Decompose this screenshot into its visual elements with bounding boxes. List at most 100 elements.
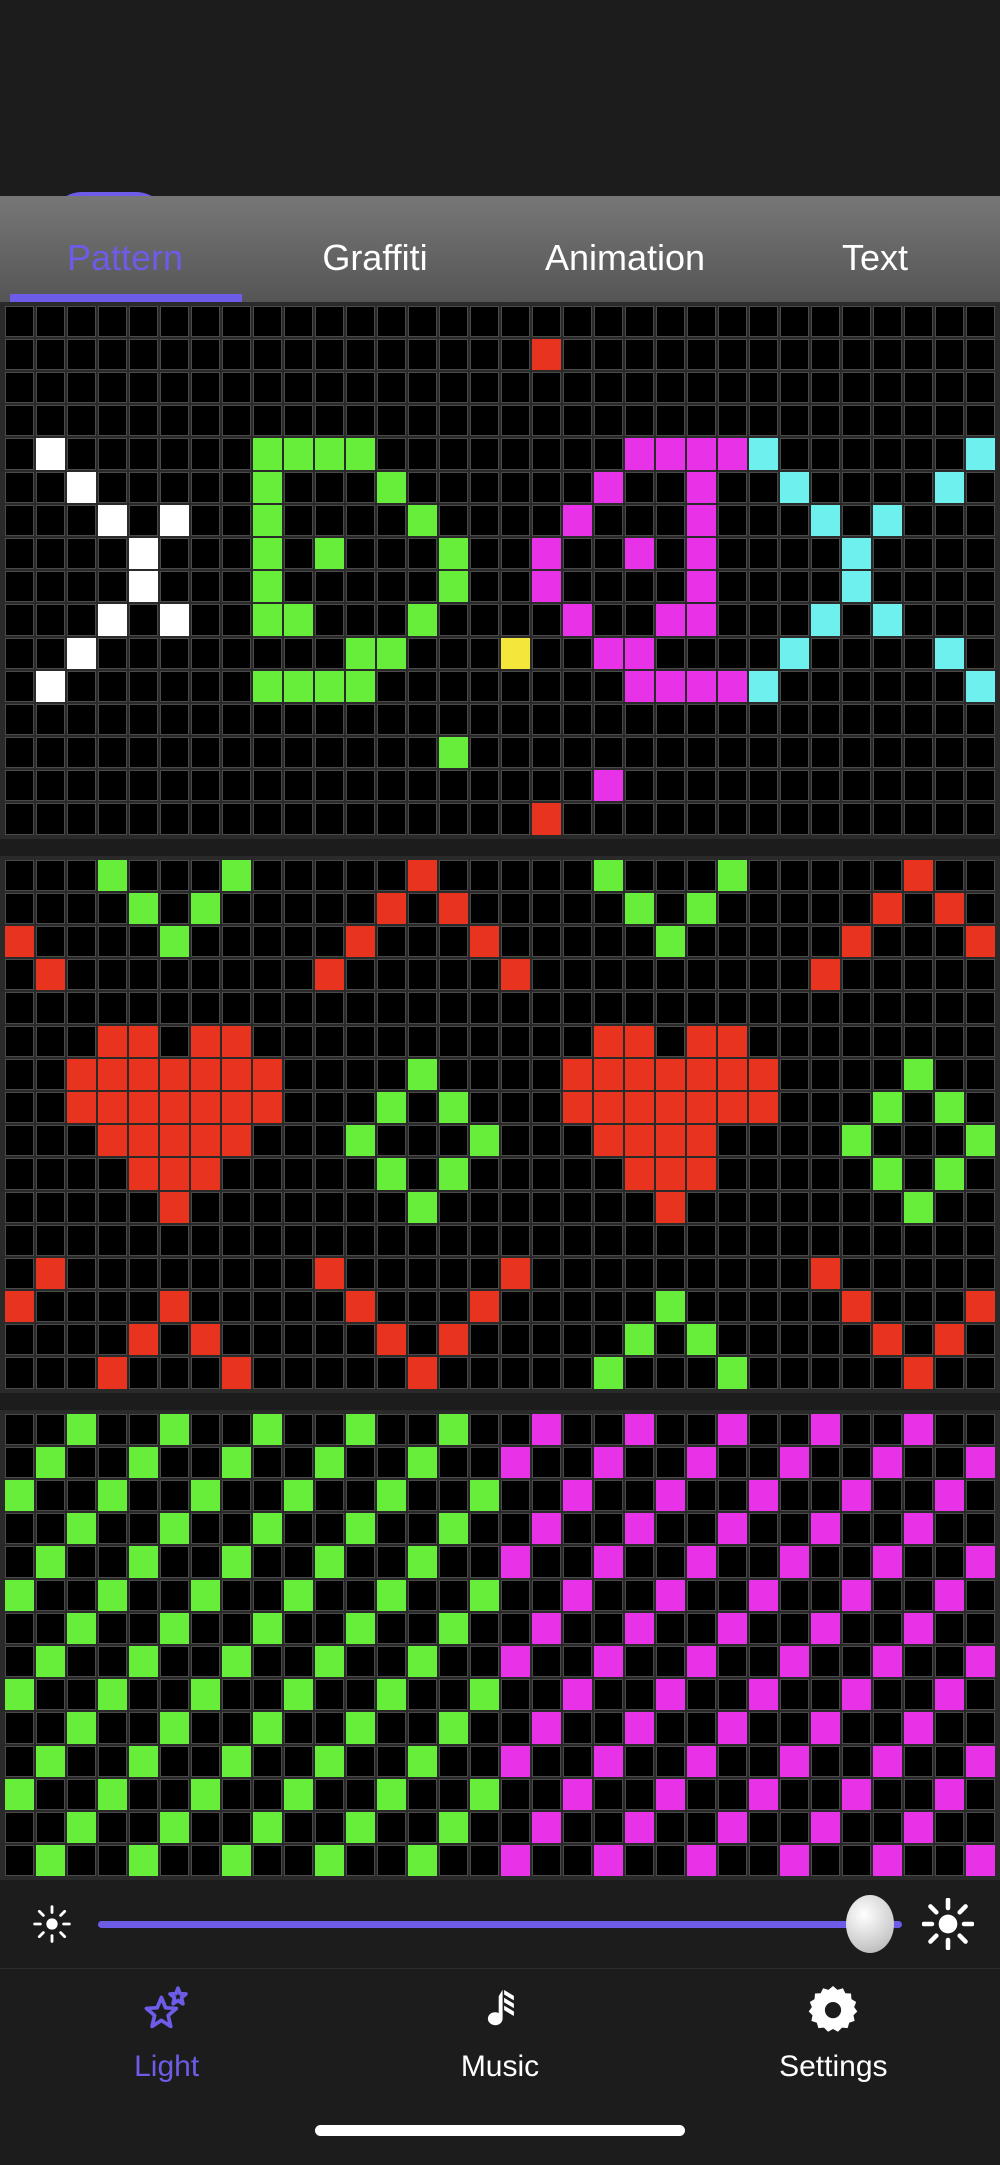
led-cell[interactable] xyxy=(966,803,995,835)
led-cell[interactable] xyxy=(408,1091,437,1124)
led-cell[interactable] xyxy=(873,1845,902,1877)
led-cell[interactable] xyxy=(718,1778,747,1810)
led-cell[interactable] xyxy=(780,1324,809,1356)
led-cell[interactable] xyxy=(594,1612,623,1644)
led-cell[interactable] xyxy=(67,1413,96,1445)
led-cell[interactable] xyxy=(253,1025,282,1057)
led-cell[interactable] xyxy=(253,992,282,1024)
led-cell[interactable] xyxy=(284,770,313,802)
led-cell[interactable] xyxy=(222,471,251,503)
led-cell[interactable] xyxy=(935,737,964,769)
led-cell[interactable] xyxy=(625,959,654,991)
led-cell[interactable] xyxy=(501,604,530,636)
led-cell[interactable] xyxy=(904,305,933,337)
led-cell[interactable] xyxy=(5,1811,34,1844)
led-cell[interactable] xyxy=(935,471,964,503)
led-cell[interactable] xyxy=(67,1191,96,1223)
led-cell[interactable] xyxy=(594,1058,623,1090)
led-cell[interactable] xyxy=(656,571,685,603)
led-cell[interactable] xyxy=(718,471,747,503)
led-cell[interactable] xyxy=(966,405,995,437)
led-cell[interactable] xyxy=(98,892,127,925)
led-cell[interactable] xyxy=(966,1091,995,1124)
led-cell[interactable] xyxy=(718,1645,747,1678)
led-cell[interactable] xyxy=(842,703,871,736)
led-cell[interactable] xyxy=(5,1645,34,1678)
led-cell[interactable] xyxy=(315,604,344,636)
led-cell[interactable] xyxy=(966,1291,995,1323)
led-cell[interactable] xyxy=(842,604,871,636)
led-cell[interactable] xyxy=(5,670,34,702)
led-cell[interactable] xyxy=(780,1845,809,1877)
led-cell[interactable] xyxy=(935,1091,964,1124)
led-cell[interactable] xyxy=(470,1513,499,1545)
led-cell[interactable] xyxy=(98,959,127,991)
led-cell[interactable] xyxy=(780,571,809,603)
led-cell[interactable] xyxy=(160,859,189,891)
led-cell[interactable] xyxy=(253,1291,282,1323)
led-cell[interactable] xyxy=(594,1811,623,1844)
led-cell[interactable] xyxy=(718,1480,747,1512)
led-cell[interactable] xyxy=(191,338,220,371)
led-cell[interactable] xyxy=(315,1324,344,1356)
led-cell[interactable] xyxy=(284,1513,313,1545)
led-cell[interactable] xyxy=(191,670,220,702)
led-cell[interactable] xyxy=(935,992,964,1024)
led-cell[interactable] xyxy=(594,372,623,404)
led-cell[interactable] xyxy=(563,1645,592,1678)
led-cell[interactable] xyxy=(191,405,220,437)
led-cell[interactable] xyxy=(5,1357,34,1389)
led-cell[interactable] xyxy=(346,1579,375,1611)
led-cell[interactable] xyxy=(129,1480,158,1512)
led-cell[interactable] xyxy=(470,1091,499,1124)
led-cell[interactable] xyxy=(346,1712,375,1744)
led-cell[interactable] xyxy=(160,926,189,958)
led-cell[interactable] xyxy=(253,1778,282,1810)
led-cell[interactable] xyxy=(594,859,623,891)
led-cell[interactable] xyxy=(780,670,809,702)
led-cell[interactable] xyxy=(284,1446,313,1479)
led-cell[interactable] xyxy=(284,338,313,371)
led-cell[interactable] xyxy=(253,604,282,636)
led-cell[interactable] xyxy=(532,859,561,891)
led-cell[interactable] xyxy=(98,471,127,503)
led-cell[interactable] xyxy=(532,1291,561,1323)
led-cell[interactable] xyxy=(873,992,902,1024)
led-cell[interactable] xyxy=(563,1612,592,1644)
led-cell[interactable] xyxy=(842,1413,871,1445)
led-cell[interactable] xyxy=(687,1546,716,1578)
led-cell[interactable] xyxy=(873,926,902,958)
led-cell[interactable] xyxy=(346,1158,375,1190)
led-cell[interactable] xyxy=(625,1125,654,1157)
led-cell[interactable] xyxy=(625,1324,654,1356)
led-cell[interactable] xyxy=(749,471,778,503)
led-cell[interactable] xyxy=(594,1712,623,1744)
led-cell[interactable] xyxy=(315,1125,344,1157)
led-cell[interactable] xyxy=(377,604,406,636)
led-cell[interactable] xyxy=(842,1778,871,1810)
led-cell[interactable] xyxy=(408,803,437,835)
led-cell[interactable] xyxy=(625,737,654,769)
led-cell[interactable] xyxy=(811,1845,840,1877)
led-cell[interactable] xyxy=(904,1257,933,1290)
led-cell[interactable] xyxy=(129,859,158,891)
led-cell[interactable] xyxy=(904,1546,933,1578)
led-cell[interactable] xyxy=(439,1480,468,1512)
led-cell[interactable] xyxy=(718,1158,747,1190)
led-cell[interactable] xyxy=(935,637,964,669)
led-cell[interactable] xyxy=(253,703,282,736)
led-cell[interactable] xyxy=(5,604,34,636)
led-cell[interactable] xyxy=(501,1291,530,1323)
led-cell[interactable] xyxy=(718,1058,747,1090)
led-cell[interactable] xyxy=(532,1446,561,1479)
led-cell[interactable] xyxy=(377,537,406,570)
led-cell[interactable] xyxy=(191,1480,220,1512)
led-cell[interactable] xyxy=(98,438,127,470)
led-cell[interactable] xyxy=(222,1745,251,1777)
led-cell[interactable] xyxy=(36,637,65,669)
led-cell[interactable] xyxy=(501,571,530,603)
led-cell[interactable] xyxy=(470,737,499,769)
led-cell[interactable] xyxy=(966,1513,995,1545)
led-cell[interactable] xyxy=(408,1845,437,1877)
led-cell[interactable] xyxy=(656,1091,685,1124)
